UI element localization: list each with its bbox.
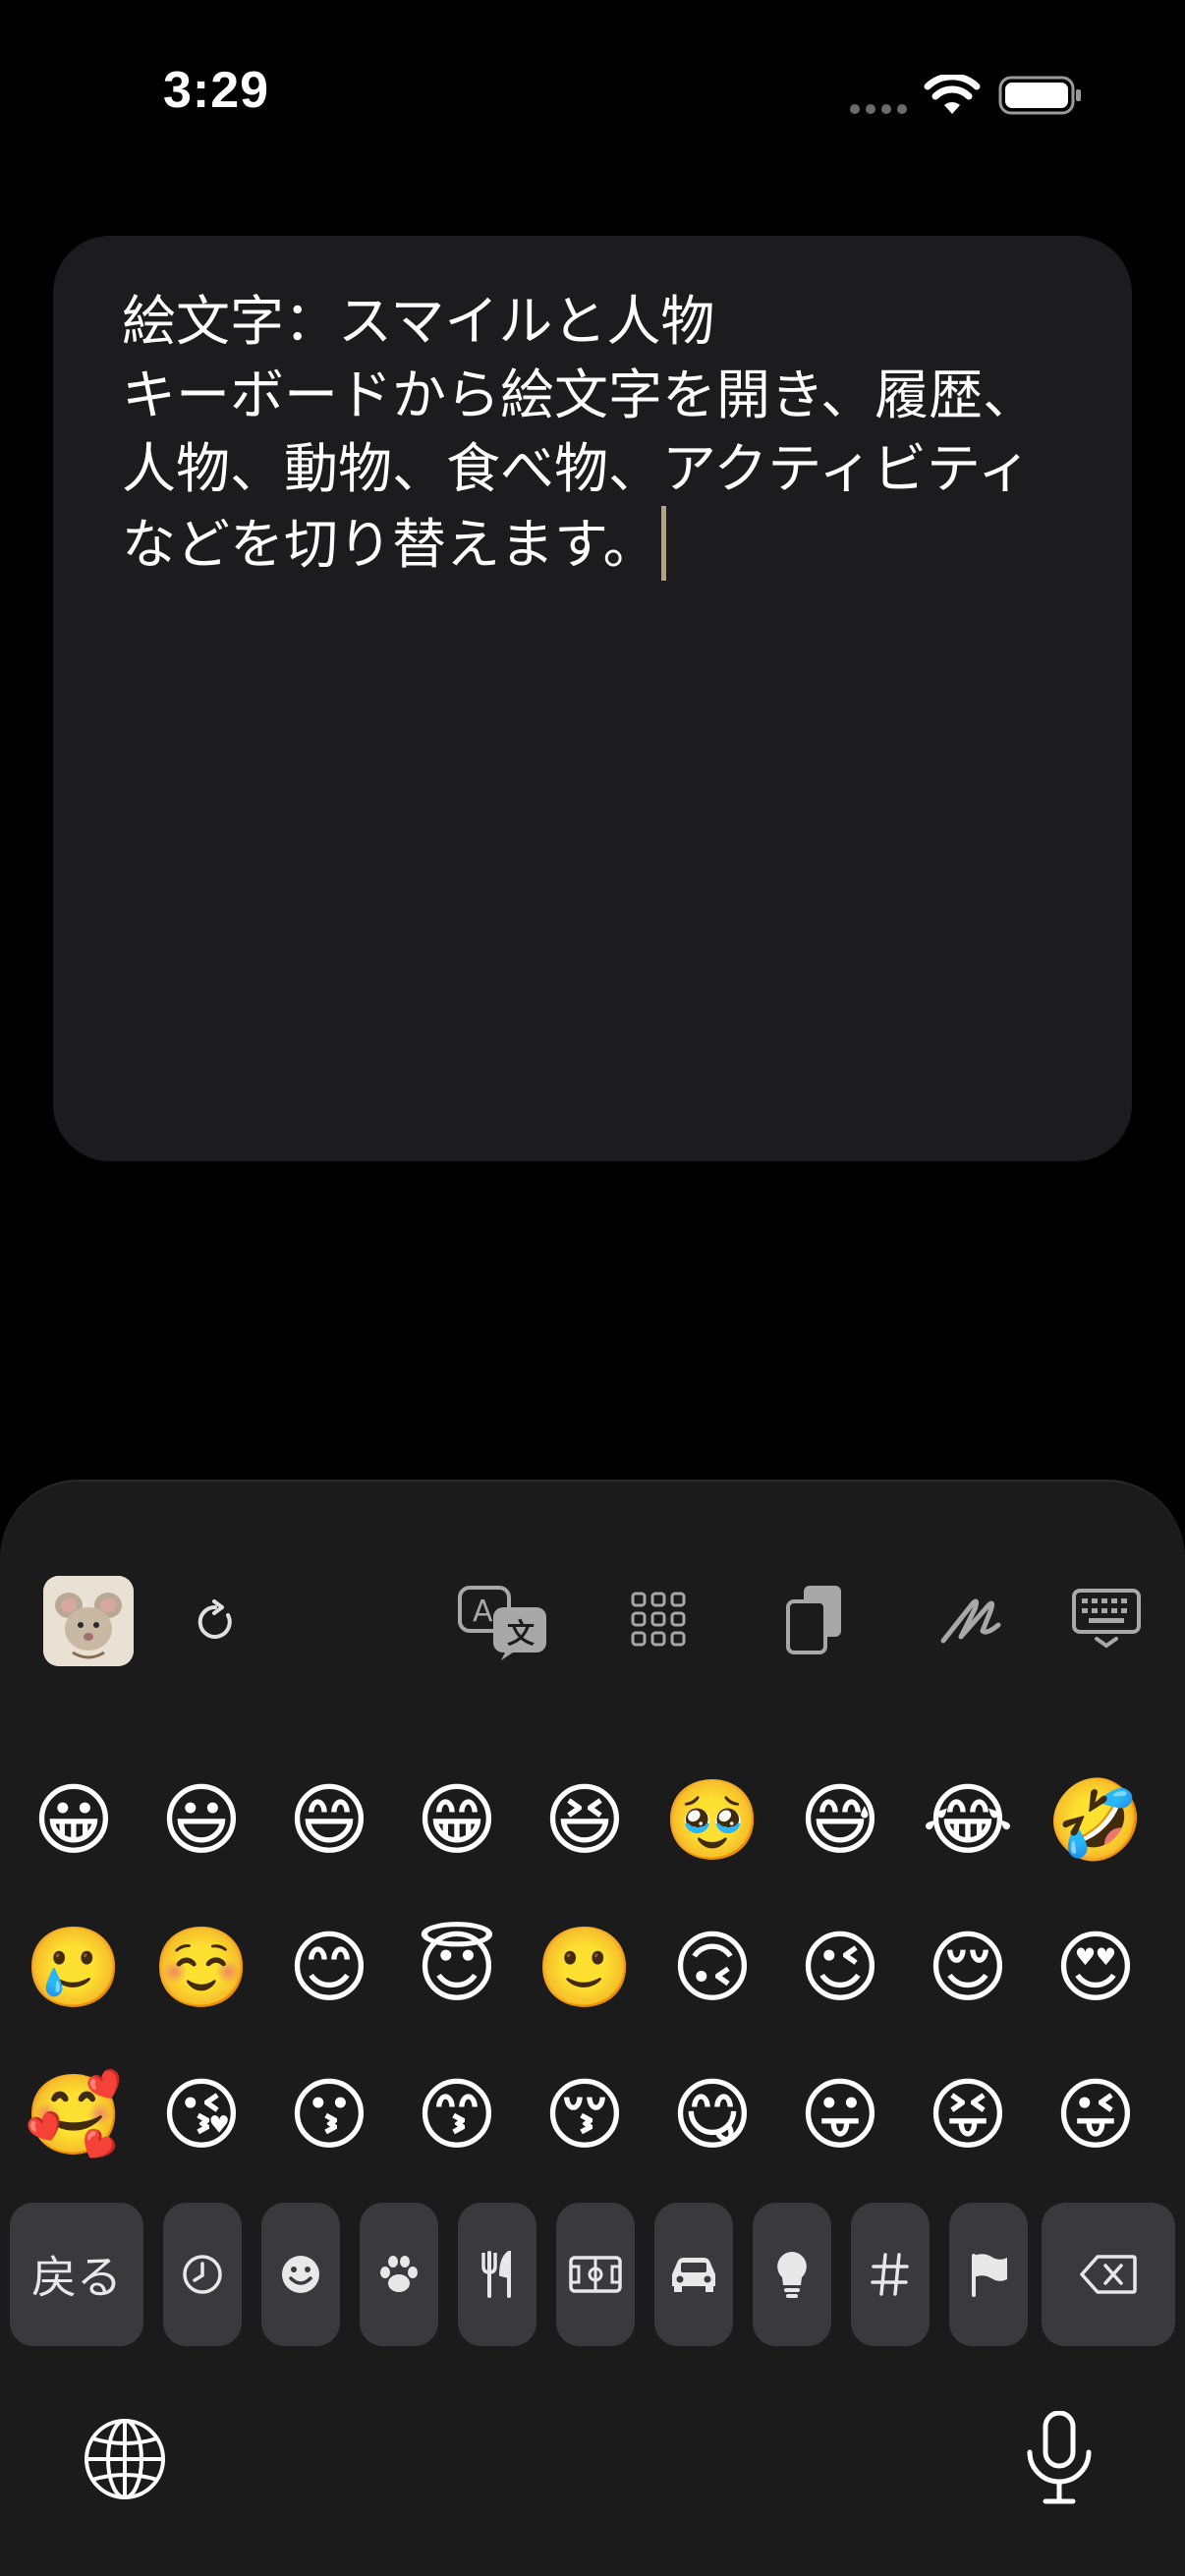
emoji-key[interactable]: 😋 [649, 2042, 776, 2189]
emoji-key[interactable]: 😁 [393, 1747, 521, 1894]
emoji-key[interactable]: 😄 [265, 1747, 393, 1894]
emoji-key[interactable]: 😅 [776, 1747, 904, 1894]
emoji-key[interactable]: 😛 [776, 2042, 904, 2189]
keyboard-toolbar: A 文 [0, 1482, 1185, 1666]
apps-grid-icon[interactable] [629, 1590, 688, 1649]
clipboard-icon[interactable] [784, 1584, 845, 1656]
emoji-row: 🥰 😘 😗 😙 😚 😋 😛 😝 😜 [10, 2042, 1175, 2189]
memoji-sticker-icon[interactable] [43, 1576, 134, 1666]
food-utensils-icon[interactable] [458, 2203, 536, 2346]
emoji-key[interactable]: 😙 [393, 2042, 521, 2189]
note-text: 絵文字：スマイルと人物 キーボードから絵文字を開き、履歴、人物、動物、食べ物、ア… [122, 290, 1038, 576]
emoji-key[interactable]: 🥹 [649, 1747, 776, 1894]
emoji-key[interactable]: 🤣 [1032, 1747, 1159, 1894]
car-icon[interactable] [654, 2203, 733, 2346]
keyboard-dismiss-icon[interactable] [1071, 1588, 1142, 1649]
translate-icon[interactable]: A 文 [456, 1584, 550, 1660]
emoji-key[interactable]: 🥲 [10, 1894, 138, 2042]
category-bar: 戻る [10, 2203, 1175, 2346]
emoji-key[interactable]: 😂 [904, 1747, 1032, 1894]
battery-icon [998, 76, 1081, 115]
signal-dots-icon [850, 104, 907, 114]
emoji-row: 🥲 ☺️ 😊 😇 🙂 🙃 😉 😌 😍 [10, 1894, 1175, 2042]
emoji-row: 😀 😃 😄 😁 😆 🥹 😅 😂 🤣 [10, 1747, 1175, 1894]
emoji-key[interactable]: 😚 [521, 2042, 649, 2189]
emoji-key[interactable]: 😝 [904, 2042, 1032, 2189]
emoji-key[interactable]: 😊 [265, 1894, 393, 2042]
paw-icon[interactable] [360, 2203, 438, 2346]
emoji-key[interactable]: 😀 [10, 1747, 138, 1894]
emoji-key[interactable]: 😍 [1032, 1894, 1159, 2042]
svg-text:A: A [473, 1595, 493, 1629]
smiley-icon[interactable] [261, 2203, 340, 2346]
emoji-key[interactable]: 😇 [393, 1894, 521, 2042]
globe-icon[interactable] [83, 2417, 167, 2501]
back-label: 戻る [31, 2251, 122, 2304]
emoji-grid: 😀 😃 😄 😁 😆 🥹 😅 😂 🤣 🥲 ☺️ 😊 😇 🙂 🙃 😉 😌 😍 🥰 😘 😗 😙 😚 😋 😛 😝 😜 [10, 1747, 1175, 2189]
emoji-key[interactable]: 😌 [904, 1894, 1032, 2042]
refresh-icon[interactable] [193, 1599, 238, 1645]
emoji-key[interactable]: 😉 [776, 1894, 904, 2042]
wifi-icon [924, 75, 981, 114]
recent-clock-icon[interactable] [163, 2203, 242, 2346]
microphone-icon[interactable] [1022, 2411, 1097, 2505]
delete-backspace-icon[interactable] [1042, 2203, 1175, 2346]
emoji-keyboard: A 文 😀 😃 😄 😁 😆 🥹 😅 😂 🤣 🥲 ☺️ 😊 😇 🙂 🙃 😉 😌 😍… [0, 1480, 1185, 2576]
emoji-key[interactable]: 😃 [138, 1747, 265, 1894]
symbols-hash-icon[interactable] [851, 2203, 930, 2346]
status-time: 3:29 [163, 62, 270, 119]
lightbulb-icon[interactable] [753, 2203, 831, 2346]
activity-field-icon[interactable] [556, 2203, 635, 2346]
text-caret [660, 506, 666, 581]
back-button[interactable]: 戻る [10, 2203, 143, 2346]
emoji-key[interactable]: 🥰 [10, 2042, 138, 2189]
note-text-area[interactable]: 絵文字：スマイルと人物 キーボードから絵文字を開き、履歴、人物、動物、食べ物、ア… [53, 236, 1132, 1161]
emoji-key[interactable]: 😜 [1032, 2042, 1159, 2189]
svg-text:文: 文 [507, 1617, 535, 1650]
emoji-key[interactable]: 😗 [265, 2042, 393, 2189]
note-text-content: 絵文字：スマイルと人物 キーボードから絵文字を開き、履歴、人物、動物、食べ物、ア… [122, 285, 1085, 582]
status-bar: 3:29 [0, 0, 1185, 187]
emoji-key[interactable]: 🙂 [521, 1894, 649, 2042]
emoji-key[interactable]: 😘 [138, 2042, 265, 2189]
emoji-key[interactable]: 🙃 [649, 1894, 776, 2042]
emoji-key[interactable]: 😆 [521, 1747, 649, 1894]
emoji-key[interactable]: ☺️ [138, 1894, 265, 2042]
flag-icon[interactable] [949, 2203, 1028, 2346]
handwriting-icon[interactable] [939, 1592, 1008, 1647]
